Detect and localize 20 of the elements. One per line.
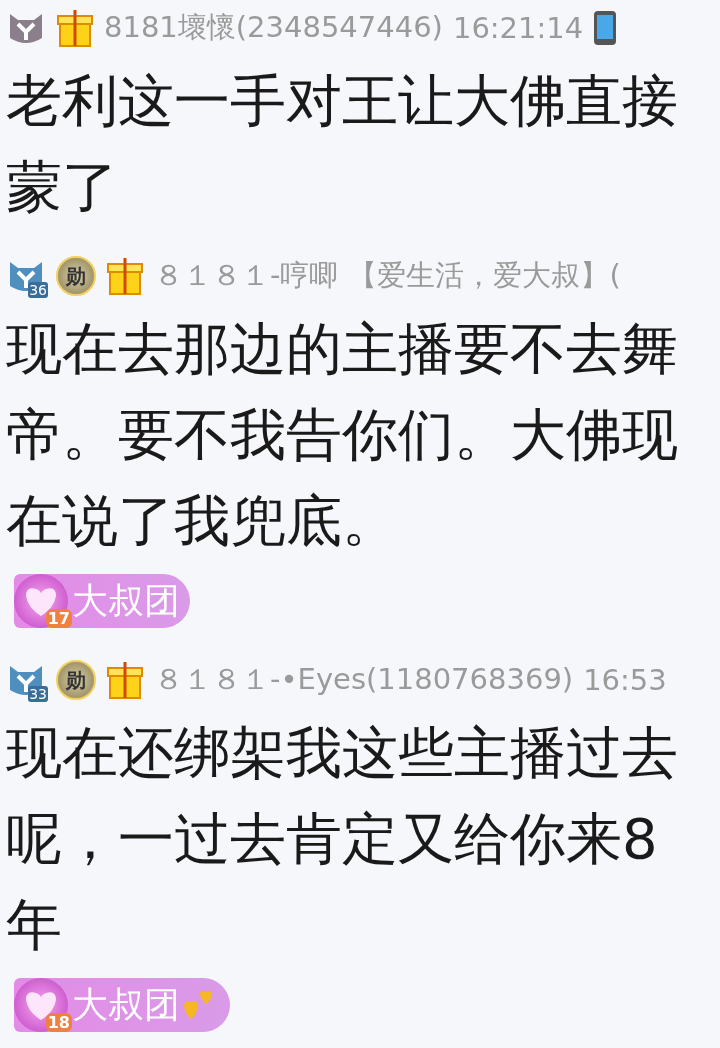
fan-level: 18 — [45, 1013, 72, 1032]
user-name[interactable]: 8181壞懷(2348547446) — [104, 8, 443, 48]
level-number: 36 — [28, 282, 48, 298]
gift-icon — [106, 660, 144, 700]
message-text: 老利这一手对王让大佛直接蒙了 — [6, 67, 679, 221]
message-text: 现在还绑架我这些主播过去呢，一过去肯定又给你来8年 — [6, 719, 679, 959]
fan-club-name: 大叔团 — [72, 982, 180, 1027]
level-number: 33 — [28, 686, 48, 702]
gift-icon — [56, 8, 94, 48]
message-time: 16:21:14 — [452, 11, 584, 45]
gift-icon — [106, 256, 144, 296]
medal-badge: 勋 — [56, 256, 96, 296]
medal-badge: 勋 — [56, 660, 96, 700]
user-name[interactable]: ８１８１-•Eyes(1180768369) — [154, 660, 574, 700]
message-text: 现在去那边的主播要不去舞帝。要不我告你们。大佛现在说了我兜底。 — [6, 315, 679, 555]
fan-level: 17 — [45, 609, 72, 628]
message-time: 16:53 — [583, 663, 667, 697]
user-tag: 【爱生活，爱大叔】( — [348, 256, 621, 296]
user-name[interactable]: ８１８１-哼唧 — [154, 256, 339, 296]
fan-club-name: 大叔团 — [72, 578, 180, 623]
